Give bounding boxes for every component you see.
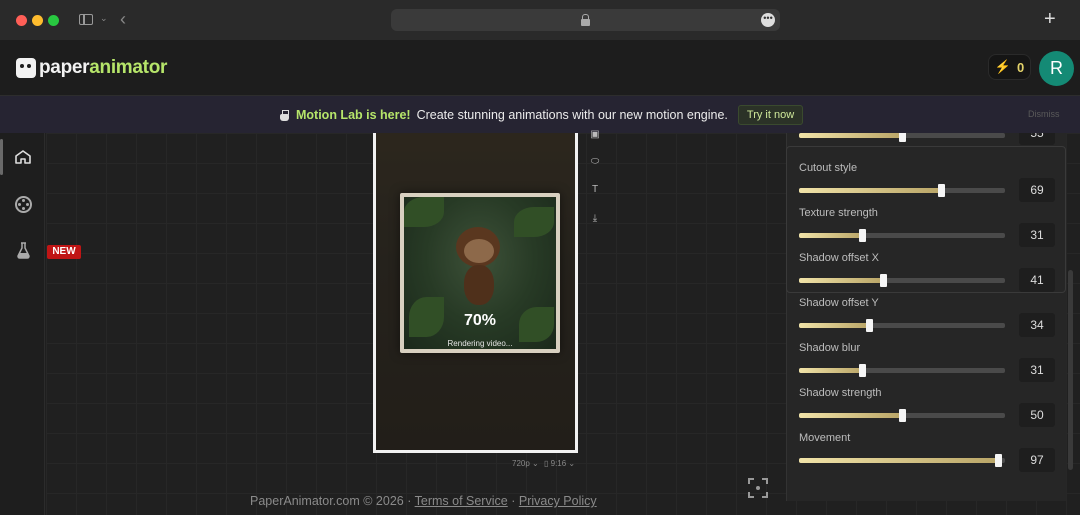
slider-fill xyxy=(799,413,902,418)
slider-value[interactable]: 69 xyxy=(1019,178,1055,202)
credits-button[interactable]: ⚡ 0 xyxy=(988,54,1031,80)
terms-link[interactable]: Terms of Service xyxy=(415,494,508,508)
slider-fill xyxy=(799,458,999,463)
slider-thumb[interactable] xyxy=(937,184,945,197)
sidebar-toggle-icon[interactable] xyxy=(79,14,93,25)
slider-value[interactable]: 41 xyxy=(1019,268,1055,292)
slider-thumb[interactable] xyxy=(865,319,873,332)
slider-thumb[interactable] xyxy=(995,454,1003,467)
slider-row: Movement 97 xyxy=(799,432,1055,477)
slider-label: Shadow strength xyxy=(799,387,882,399)
avatar[interactable]: R xyxy=(1039,51,1074,86)
slider-track[interactable] xyxy=(799,278,1005,283)
copyright-text: PaperAnimator.com © 2026 · xyxy=(250,494,412,508)
slider-label: Movement xyxy=(799,432,851,444)
shape-tool-button[interactable]: ⬭ xyxy=(588,155,602,169)
slider-label: Cutout style xyxy=(799,162,858,174)
footer: PaperAnimator.com © 2026 · Terms of Serv… xyxy=(250,494,597,508)
preview-image: 70% Rendering video... xyxy=(400,193,560,353)
address-bar[interactable]: ••• xyxy=(391,9,780,31)
slider-value[interactable]: 31 xyxy=(1019,223,1055,247)
slider-fill xyxy=(799,233,863,238)
logo[interactable]: paperanimator xyxy=(16,57,167,79)
slider-label: Shadow offset Y xyxy=(799,297,879,309)
credits-count: 0 xyxy=(1016,59,1025,75)
app-root: ⌄ ‹ ••• + paperanimator ⚡ 0 R Motion Lab… xyxy=(0,0,1080,515)
app-header: paperanimator ⚡ 0 R xyxy=(0,40,1080,96)
slider-value[interactable]: 55 xyxy=(1019,133,1055,145)
slider-row: Cutout style 69 xyxy=(799,162,1055,207)
video-preview[interactable]: 70% Rendering video... xyxy=(373,133,578,453)
slider-thumb[interactable] xyxy=(859,364,867,377)
slider-fill xyxy=(799,188,942,193)
slider-value[interactable]: 31 xyxy=(1019,358,1055,382)
aspect-ratio-select[interactable]: ▯ 9:16 ⌄ xyxy=(544,459,575,468)
render-progress-percent: 70% xyxy=(463,312,497,329)
text-tool-button[interactable]: T xyxy=(588,183,602,197)
settings-panel: 55 Cutout style 69 Texture strength 31 Shado… xyxy=(786,133,1066,501)
download-button[interactable]: ⤓ xyxy=(588,212,602,226)
slider-fill xyxy=(799,323,870,328)
resolution-select[interactable]: 720p ⌄ xyxy=(512,459,539,468)
slider-row: Shadow strength 50 xyxy=(799,387,1055,432)
lightning-icon: ⚡ xyxy=(994,59,1011,74)
logo-text-animator: animator xyxy=(89,57,168,78)
back-button[interactable]: ‹ xyxy=(120,9,126,29)
rail-item-motion-lab[interactable] xyxy=(0,231,45,271)
slider-row: Texture strength 31 xyxy=(799,207,1055,252)
slider-thumb[interactable] xyxy=(859,229,867,242)
slider-track[interactable] xyxy=(799,188,1005,193)
new-tab-button[interactable]: + xyxy=(1044,8,1056,30)
slider-row-partial: 55 xyxy=(799,133,1055,147)
banner-title: Motion Lab is here! xyxy=(296,108,411,122)
new-badge: NEW xyxy=(47,245,81,259)
banner-text: Create stunning animations with our new … xyxy=(416,108,728,122)
slider-label: Shadow offset X xyxy=(799,252,879,264)
render-status-text: Rendering video... xyxy=(447,339,513,348)
home-icon xyxy=(15,150,31,164)
logo-icon xyxy=(16,58,36,78)
page-more-button[interactable]: ••• xyxy=(761,13,775,27)
slider-row: Shadow offset Y 34 xyxy=(799,297,1055,342)
privacy-link[interactable]: Privacy Policy xyxy=(519,494,597,508)
slider-track[interactable] xyxy=(799,233,1005,238)
flask-icon xyxy=(280,109,289,121)
slider-label: Shadow blur xyxy=(799,342,861,354)
slider-value[interactable]: 97 xyxy=(1019,448,1055,472)
slider-row: Shadow blur 31 xyxy=(799,342,1055,387)
try-it-now-button[interactable]: Try it now xyxy=(737,105,804,125)
maximize-window-button[interactable] xyxy=(48,15,59,26)
dismiss-button[interactable]: Dismiss xyxy=(1028,109,1060,119)
close-window-button[interactable] xyxy=(16,15,27,26)
slider-thumb[interactable] xyxy=(898,133,906,142)
slider-label: Texture strength xyxy=(799,207,878,219)
image-tool-button[interactable]: ▣ xyxy=(588,128,602,142)
slider-track[interactable] xyxy=(799,368,1005,373)
announcement-banner: Motion Lab is here! Create stunning anim… xyxy=(0,96,1080,133)
slider-track[interactable] xyxy=(799,323,1005,328)
slider-value[interactable]: 34 xyxy=(1019,313,1055,337)
footer-separator: · xyxy=(511,494,516,508)
panel-scrollbar[interactable] xyxy=(1068,270,1073,470)
slider-fill xyxy=(799,278,884,283)
browser-toolbar: ⌄ ‹ ••• + xyxy=(0,0,1080,40)
lock-icon xyxy=(581,14,590,26)
slider-thumb[interactable] xyxy=(898,409,906,422)
logo-text-paper: paper xyxy=(39,57,90,78)
logo-text: paperanimator xyxy=(39,57,167,79)
fullscreen-icon[interactable] xyxy=(748,478,768,498)
slider-fill xyxy=(799,368,863,373)
slider-value[interactable]: 50 xyxy=(1019,403,1055,427)
left-rail xyxy=(0,133,45,515)
film-reel-icon xyxy=(15,196,32,213)
slider-thumb[interactable] xyxy=(879,274,887,287)
chevron-down-icon[interactable]: ⌄ xyxy=(100,13,108,24)
flask-icon xyxy=(17,242,30,259)
rail-item-home[interactable] xyxy=(0,137,45,177)
preview-toolbar: ▣ ⬭ T ⤓ xyxy=(584,129,606,233)
slider-track[interactable] xyxy=(799,458,1005,463)
slider-row: Shadow offset X 41 xyxy=(799,252,1055,297)
rail-item-projects[interactable] xyxy=(0,184,45,224)
minimize-window-button[interactable] xyxy=(32,15,43,26)
